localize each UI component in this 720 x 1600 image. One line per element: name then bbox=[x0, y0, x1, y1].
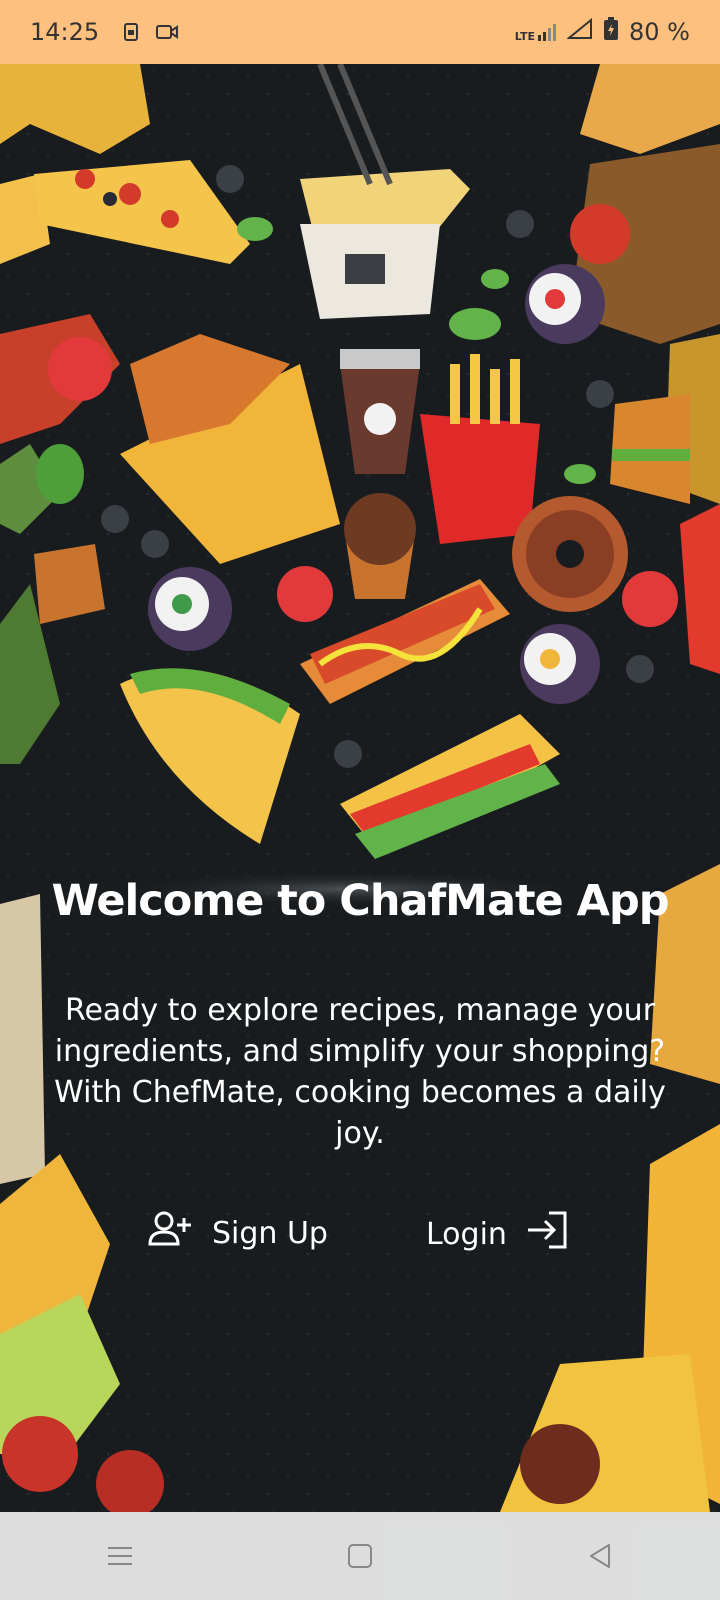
signal-icon bbox=[566, 17, 593, 46]
video-icon bbox=[155, 23, 179, 41]
status-bar: 14:25 LTE 80 % bbox=[0, 0, 720, 64]
battery-percent: 80 % bbox=[629, 18, 690, 46]
welcome-title: Welcome to ChafMate App bbox=[51, 876, 669, 926]
login-button[interactable]: Login bbox=[426, 1210, 569, 1258]
back-icon[interactable] bbox=[570, 1526, 630, 1586]
system-nav-bar bbox=[0, 1512, 720, 1600]
sign-up-label: Sign Up bbox=[212, 1215, 328, 1251]
login-label: Login bbox=[426, 1216, 507, 1252]
login-icon bbox=[525, 1210, 569, 1258]
battery-icon bbox=[603, 17, 619, 47]
status-time: 14:25 bbox=[30, 18, 100, 46]
menu-icon[interactable] bbox=[90, 1526, 150, 1586]
add-user-icon bbox=[148, 1210, 194, 1256]
lte-label: LTE bbox=[514, 30, 536, 43]
home-icon[interactable] bbox=[330, 1526, 390, 1586]
lte-signal-icon: LTE bbox=[515, 22, 557, 42]
welcome-subtitle: Ready to explore recipes, manage your in… bbox=[54, 993, 666, 1151]
sim-icon bbox=[121, 22, 141, 42]
food-background-image bbox=[0, 64, 720, 1512]
sign-up-button[interactable]: Sign Up bbox=[148, 1210, 328, 1256]
auth-actions: Sign Up Login bbox=[0, 1210, 720, 1274]
